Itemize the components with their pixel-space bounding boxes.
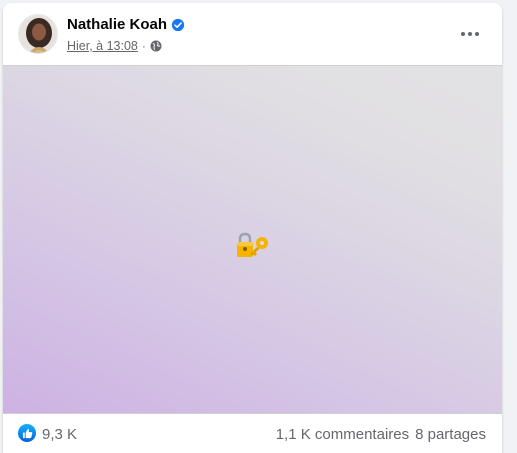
- globe-icon: [150, 40, 162, 52]
- more-dot: [468, 32, 472, 36]
- comments-count[interactable]: 1,1 K commentaires: [276, 426, 409, 443]
- post-timestamp[interactable]: Hier, à 13:08: [67, 39, 138, 53]
- author-row: Nathalie Koah: [67, 16, 185, 33]
- thumbs-up-icon: [22, 428, 32, 438]
- engagement-stats: 1,1 K commentaires 8 partages: [276, 426, 486, 443]
- post-footer: 9,3 K 1,1 K commentaires 8 partages: [3, 414, 502, 453]
- post-meta: Hier, à 13:08 ·: [67, 39, 162, 53]
- more-dot: [461, 32, 465, 36]
- author-name[interactable]: Nathalie Koah: [67, 16, 167, 33]
- lock-with-key-emoji: [237, 232, 268, 257]
- shares-count[interactable]: 8 partages: [415, 426, 486, 443]
- post-media[interactable]: [3, 65, 502, 414]
- reaction-count[interactable]: 9,3 K: [42, 426, 77, 443]
- more-options-icon[interactable]: [456, 20, 484, 48]
- like-reaction-icon[interactable]: [18, 424, 36, 442]
- verified-badge-icon: [171, 18, 185, 31]
- post-card: Nathalie Koah Hier, à 13:08 · 9,3 K 1,1 …: [3, 3, 502, 453]
- more-dot: [475, 32, 479, 36]
- post-header: Nathalie Koah Hier, à 13:08 ·: [3, 3, 502, 65]
- meta-separator: ·: [141, 39, 146, 53]
- author-avatar[interactable]: [18, 14, 58, 54]
